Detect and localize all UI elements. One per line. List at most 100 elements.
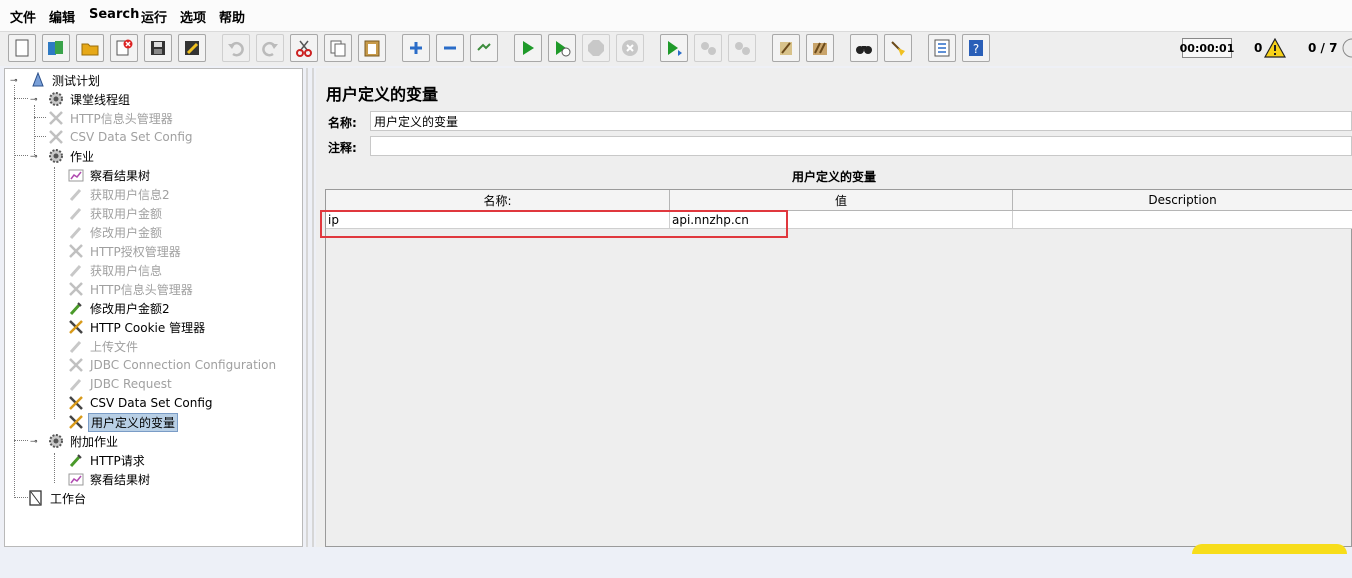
remote-stop-button[interactable]: [694, 34, 722, 62]
sampler-icon: [67, 375, 85, 393]
redo-icon: [262, 41, 278, 57]
comment-field[interactable]: [370, 136, 1352, 156]
collapse-toggle-icon[interactable]: ⊸: [30, 152, 38, 162]
clear-button[interactable]: [772, 34, 800, 62]
cut-button[interactable]: [290, 34, 318, 62]
menu-file[interactable]: 文件: [10, 7, 36, 26]
tree-node-header-manager[interactable]: HTTP信息头管理器: [67, 280, 195, 298]
copy-button[interactable]: [324, 34, 352, 62]
menu-search[interactable]: Search: [89, 7, 139, 22]
user-variables-panel: 用户定义的变量 名称: 注释: 用户定义的变量 名称: 值 Descriptio…: [316, 68, 1352, 547]
menu-run[interactable]: 运行: [141, 7, 167, 26]
collapse-toggle-icon[interactable]: ⊸: [30, 437, 38, 447]
tree-node-jdbc-config[interactable]: JDBC Connection Configuration: [67, 356, 278, 374]
tree-node-thread-group[interactable]: 作业: [47, 147, 96, 165]
menu-edit[interactable]: 编辑: [49, 7, 75, 26]
stop-button[interactable]: [582, 34, 610, 62]
listener-icon: [67, 470, 85, 488]
warning-icon[interactable]: [1264, 38, 1286, 58]
tree-node-sampler[interactable]: 修改用户金额: [67, 223, 164, 241]
save-as-edit-button[interactable]: [178, 34, 206, 62]
tree-node-test-plan[interactable]: 测试计划: [29, 71, 102, 89]
tree-node-label: CSV Data Set Config: [70, 130, 193, 144]
shutdown-button[interactable]: [616, 34, 644, 62]
help-book-icon: ?: [969, 40, 983, 56]
tree-node-thread-group[interactable]: 附加作业: [47, 432, 120, 450]
tree-node-label: CSV Data Set Config: [90, 396, 213, 410]
tree-node-workbench[interactable]: 工作台: [27, 489, 88, 507]
list-icon: [934, 39, 950, 57]
remote-start-button[interactable]: [660, 34, 688, 62]
tree-node-csv-config[interactable]: CSV Data Set Config: [67, 394, 215, 412]
search-button[interactable]: [850, 34, 878, 62]
menu-help[interactable]: 帮助: [219, 7, 245, 26]
tree-node-auth-manager[interactable]: HTTP授权管理器: [67, 242, 183, 260]
tree-node-label: HTTP Cookie 管理器: [90, 320, 206, 335]
table-cell-description[interactable]: [1013, 211, 1352, 229]
tree-node-sampler[interactable]: 获取用户信息2: [67, 185, 172, 203]
start-no-pause-button[interactable]: [548, 34, 576, 62]
paste-button[interactable]: [358, 34, 386, 62]
collapse-toggle-icon[interactable]: ⊸: [10, 76, 18, 86]
stop-icon: [588, 40, 604, 56]
tree-node-label: 工作台: [50, 491, 87, 506]
collapse-button[interactable]: [436, 34, 464, 62]
broom-clear-icon: [780, 42, 792, 55]
remote-exit-button[interactable]: [728, 34, 756, 62]
tree-node-label: 获取用户信息: [90, 263, 163, 278]
new-file-icon: [15, 39, 29, 57]
column-header-description[interactable]: Description: [1013, 190, 1352, 211]
expand-button[interactable]: [402, 34, 430, 62]
redo-button[interactable]: [256, 34, 284, 62]
broom-clear-all-icon: [813, 42, 827, 55]
close-button[interactable]: [110, 34, 138, 62]
help-button[interactable]: ?: [962, 34, 990, 62]
tree-node-cookie-manager[interactable]: HTTP Cookie 管理器: [67, 318, 207, 336]
toggle-button[interactable]: [470, 34, 498, 62]
tree-node-label: HTTP信息头管理器: [90, 282, 193, 297]
tree-node-csv-config[interactable]: CSV Data Set Config: [47, 128, 195, 146]
save-icon: [151, 41, 165, 55]
test-plan-tree[interactable]: 测试计划 ⊸ ⊸ ⊸ ⊸ 课堂线程组 HTTP信息头管理器 CSV Data S…: [4, 68, 303, 547]
tree-node-label: 察看结果树: [90, 168, 151, 183]
collapse-toggle-icon[interactable]: ⊸: [30, 95, 38, 105]
splitter[interactable]: [306, 68, 308, 547]
clear-all-button[interactable]: [806, 34, 834, 62]
tree-node-label: 修改用户金额2: [90, 301, 170, 316]
variables-table[interactable]: 名称: 值 Description ip api.nnzhp.cn: [325, 189, 1352, 547]
play-no-timer-icon: [556, 41, 571, 57]
column-header-value[interactable]: 值: [670, 190, 1013, 211]
tree-node-listener[interactable]: 察看结果树: [67, 166, 152, 184]
undo-icon: [228, 41, 244, 57]
new-button[interactable]: [8, 34, 36, 62]
start-button[interactable]: [514, 34, 542, 62]
menu-options[interactable]: 选项: [180, 7, 206, 26]
folder-icon: [81, 43, 99, 56]
tree-node-user-variables[interactable]: 用户定义的变量: [67, 412, 179, 432]
tree-node-sampler[interactable]: 上传文件: [67, 337, 140, 355]
edit-save-icon: [185, 41, 199, 55]
tree-node-thread-group[interactable]: 课堂线程组: [47, 90, 132, 108]
tree-node-header-manager[interactable]: HTTP信息头管理器: [47, 109, 175, 127]
tree-node-listener[interactable]: 察看结果树: [67, 470, 152, 488]
active-threads: 0 / 7: [1308, 41, 1338, 55]
close-file-icon: [116, 39, 133, 56]
templates-button[interactable]: [42, 34, 70, 62]
tree-node-sampler[interactable]: HTTP请求: [67, 451, 147, 469]
clipboard-icon: [364, 40, 380, 57]
tree-node-label: 获取用户金额: [90, 206, 163, 221]
name-field[interactable]: [370, 111, 1352, 131]
sampler-icon: [67, 185, 85, 203]
tree-node-label: 附加作业: [70, 434, 119, 449]
column-header-name[interactable]: 名称:: [326, 190, 670, 211]
tree-node-sampler[interactable]: 修改用户金额2: [67, 299, 172, 317]
config-element-icon: [67, 356, 85, 374]
tree-node-sampler[interactable]: 获取用户金额: [67, 204, 164, 222]
tree-node-sampler[interactable]: JDBC Request: [67, 375, 174, 393]
undo-button[interactable]: [222, 34, 250, 62]
tree-node-sampler[interactable]: 获取用户信息: [67, 261, 164, 279]
reset-search-button[interactable]: [884, 34, 912, 62]
save-button[interactable]: [144, 34, 172, 62]
open-button[interactable]: [76, 34, 104, 62]
function-helper-button[interactable]: [928, 34, 956, 62]
